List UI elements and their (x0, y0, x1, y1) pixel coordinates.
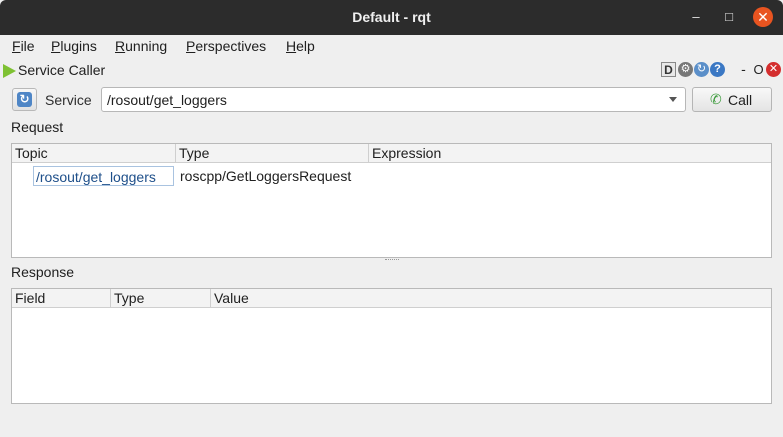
column-header-response-type[interactable]: Type (111, 289, 211, 308)
response-tree-header: Field Type Value (12, 289, 771, 308)
plugin-header: Service Caller D ⚙ ↻ ? - O ✕ (0, 59, 783, 83)
service-select[interactable]: /rosout/get_loggers (101, 87, 686, 112)
request-label: Request (11, 119, 64, 135)
dock-d-button[interactable]: D (661, 62, 676, 77)
menu-help[interactable]: Help (286, 38, 315, 54)
window-title: Default - rqt (352, 9, 431, 25)
splitter-handle[interactable] (385, 259, 399, 261)
help-icon[interactable]: ? (710, 62, 725, 77)
response-label: Response (11, 264, 75, 280)
request-tree-header: Topic Type Expression (12, 144, 771, 163)
gear-icon[interactable]: ⚙ (678, 62, 693, 77)
phone-icon: ✆ (710, 91, 722, 107)
close-plugin-icon[interactable]: ✕ (766, 62, 781, 77)
reload-icon[interactable]: ↻ (694, 62, 709, 77)
column-header-value[interactable]: Value (211, 289, 771, 308)
request-row-type: roscpp/GetLoggersRequest (180, 168, 352, 184)
menu-plugins[interactable]: Plugins (51, 38, 97, 54)
window-titlebar: Default - rqt – □ ✕ (0, 0, 783, 35)
column-header-topic[interactable]: Topic (12, 144, 176, 163)
float-plugin-button[interactable]: O (751, 62, 766, 77)
menubar: File Plugins Running Perspectives Help (0, 35, 783, 58)
request-tree[interactable]: Topic Type Expression /rosout/get_logger… (11, 143, 772, 258)
close-window-button[interactable]: ✕ (753, 7, 773, 27)
column-header-type[interactable]: Type (176, 144, 369, 163)
minimize-plugin-button[interactable]: - (736, 62, 751, 77)
chevron-down-icon (669, 97, 677, 102)
refresh-icon: ↻ (17, 92, 32, 107)
call-button-label: Call (728, 92, 753, 108)
menu-perspectives[interactable]: Perspectives (186, 38, 266, 54)
play-icon (3, 64, 16, 78)
response-tree[interactable]: Field Type Value (11, 288, 772, 404)
service-select-value: /rosout/get_loggers (107, 92, 227, 108)
minimize-button[interactable]: – (687, 8, 705, 26)
refresh-services-button[interactable]: ↻ (12, 88, 37, 111)
column-header-expression[interactable]: Expression (369, 144, 771, 163)
maximize-button[interactable]: □ (720, 8, 738, 26)
service-label: Service (45, 92, 92, 108)
menu-file[interactable]: File (12, 38, 35, 54)
column-header-field[interactable]: Field (12, 289, 111, 308)
plugin-title: Service Caller (18, 62, 106, 78)
menu-running[interactable]: Running (115, 38, 167, 54)
call-button[interactable]: ✆ Call (692, 87, 772, 112)
request-row-topic[interactable]: /rosout/get_loggers (33, 166, 174, 186)
